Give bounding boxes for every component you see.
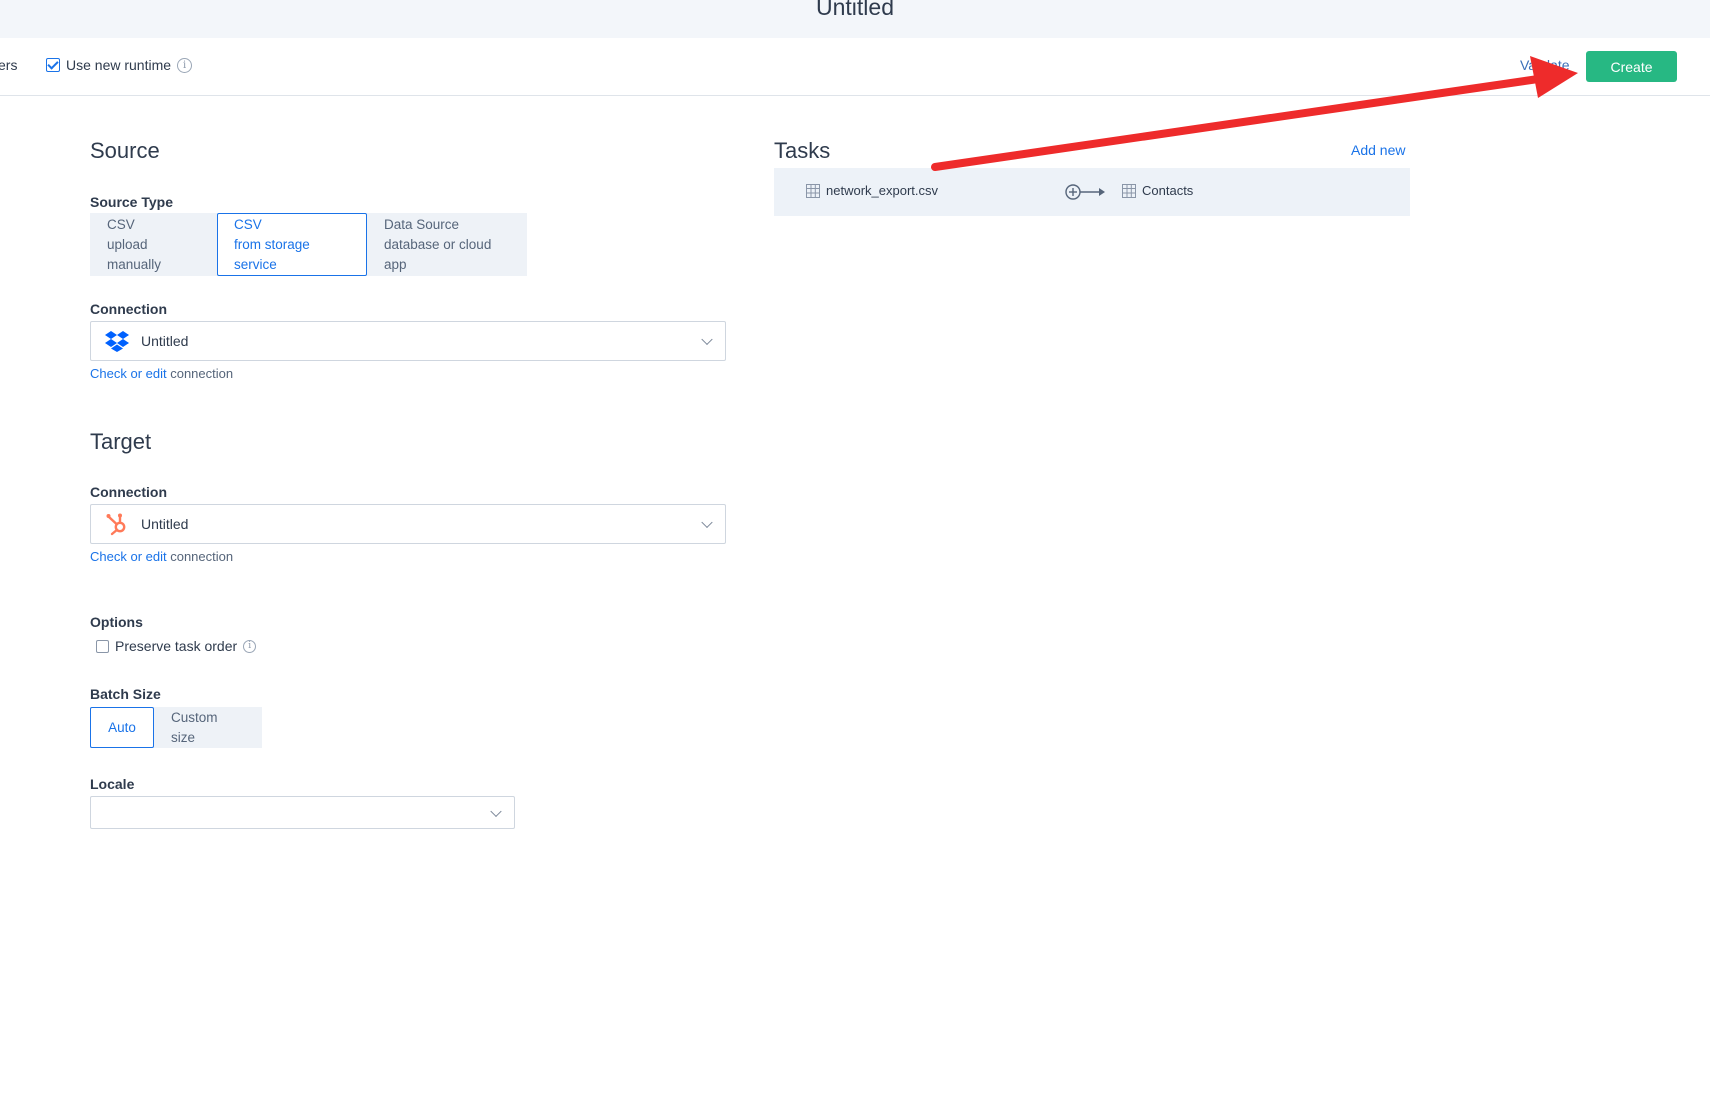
title-bar: Untitled (0, 0, 1710, 38)
task-row[interactable]: network_export.csv Contacts (774, 168, 1410, 216)
target-check-connection: Check or edit connection (90, 549, 233, 564)
toolbar-partial-item[interactable]: ers (0, 57, 17, 73)
task-target: Contacts (1122, 183, 1193, 198)
use-new-runtime-option[interactable]: Use new runtime i (46, 57, 193, 73)
preserve-task-order-label: Preserve task order (115, 638, 238, 654)
source-check-suffix: connection (170, 366, 234, 381)
insert-upsert-arrow-icon (1065, 184, 1105, 200)
chevron-down-icon (701, 333, 713, 346)
info-icon[interactable]: i (243, 639, 257, 653)
target-check-edit-link[interactable]: Check or edit (90, 549, 167, 564)
source-type-label: Source Type (90, 194, 173, 210)
source-type-csv-storage[interactable]: CSV from storage service (217, 213, 367, 276)
hubspot-icon (106, 513, 126, 536)
target-connection-value: Untitled (141, 516, 189, 532)
target-connection-select[interactable]: Untitled (90, 504, 726, 544)
source-type-subtitle: upload manually (107, 236, 162, 272)
create-button[interactable]: Create (1586, 51, 1677, 82)
preserve-task-order-option[interactable]: Preserve task order i (96, 638, 257, 654)
table-icon (1122, 183, 1136, 198)
add-new-task-link[interactable]: Add new (1351, 142, 1405, 158)
page-title: Untitled (816, 0, 894, 20)
source-type-data-source[interactable]: Data Source database or cloud app (367, 213, 527, 276)
source-connection-label: Connection (90, 301, 167, 317)
chevron-down-icon (490, 805, 502, 817)
source-type-title: CSV (107, 216, 135, 232)
options-label: Options (90, 614, 143, 630)
source-type-subtitle: from storage service (234, 236, 310, 272)
batch-size-custom[interactable]: Custom size (154, 707, 262, 748)
batch-size-selector: Auto Custom size (90, 707, 262, 748)
chevron-down-icon (701, 516, 713, 529)
tasks-heading: Tasks (774, 138, 831, 163)
use-new-runtime-label: Use new runtime (66, 57, 172, 73)
use-new-runtime-checkbox[interactable] (46, 58, 60, 72)
source-check-connection: Check or edit connection (90, 366, 233, 381)
task-source-name: network_export.csv (826, 183, 938, 198)
locale-label: Locale (90, 776, 135, 792)
annotation-arrow (931, 56, 1578, 171)
validate-link[interactable]: Validate (1520, 57, 1570, 73)
source-type-csv-upload[interactable]: CSV upload manually (90, 213, 217, 276)
source-check-edit-link[interactable]: Check or edit (90, 366, 167, 381)
toolbar: ers Use new runtime i Validate Create (0, 38, 1710, 96)
preserve-task-order-checkbox[interactable] (96, 639, 109, 653)
target-heading: Target (90, 429, 152, 454)
target-connection-label: Connection (90, 484, 167, 500)
batch-size-auto[interactable]: Auto (90, 707, 154, 748)
source-type-title: CSV (234, 216, 262, 232)
source-type-selector: CSV upload manually CSV from storage ser… (90, 213, 527, 276)
task-target-name: Contacts (1142, 183, 1194, 198)
info-icon[interactable]: i (177, 57, 193, 73)
locale-select[interactable] (90, 796, 515, 829)
target-check-suffix: connection (170, 549, 234, 564)
source-heading: Source (90, 138, 160, 163)
source-connection-select[interactable]: Untitled (90, 321, 726, 361)
batch-size-label: Batch Size (90, 686, 161, 702)
dropbox-icon (105, 331, 129, 352)
task-source: network_export.csv (806, 183, 938, 198)
source-type-title: Data Source (384, 216, 460, 232)
source-connection-value: Untitled (141, 333, 189, 349)
source-type-subtitle: database or cloud app (384, 236, 492, 272)
table-icon (806, 183, 820, 198)
